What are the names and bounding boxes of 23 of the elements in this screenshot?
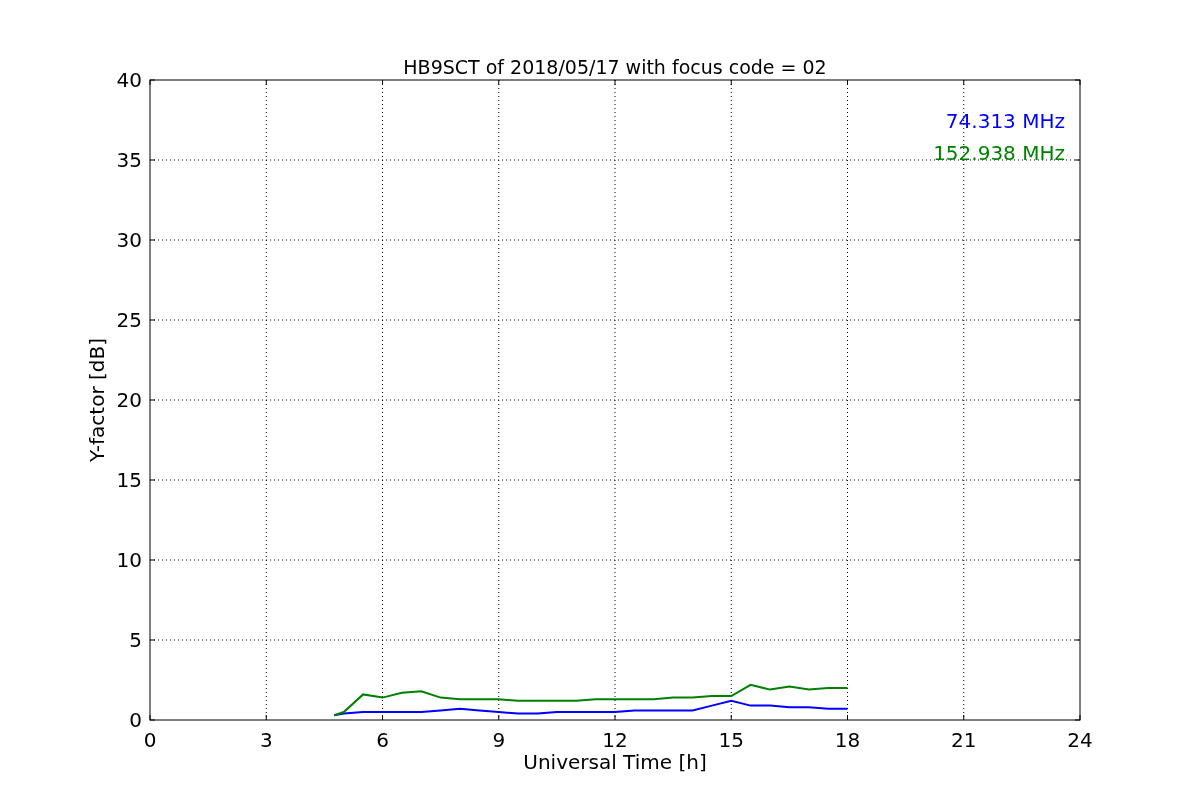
- tick-label: 20: [116, 388, 142, 412]
- tick-label: 0: [143, 728, 157, 752]
- tick-label: 3: [259, 728, 273, 752]
- tick-label: 12: [602, 728, 628, 752]
- tick-label: 10: [116, 548, 142, 572]
- tick-label: 15: [116, 468, 142, 492]
- tick-label: 35: [116, 148, 142, 172]
- tick-label: 24: [1067, 728, 1093, 752]
- tick-label: 15: [718, 728, 744, 752]
- legend-label: 152.938 MHz: [933, 141, 1065, 165]
- tick-label: 21: [951, 728, 977, 752]
- chart-title: HB9SCT of 2018/05/17 with focus code = 02: [403, 56, 827, 78]
- x-axis-label: Universal Time [h]: [523, 750, 707, 774]
- tick-label: 40: [116, 68, 142, 92]
- tick-label: 9: [492, 728, 506, 752]
- tick-label: 5: [129, 628, 142, 652]
- tick-label: 18: [834, 728, 861, 752]
- tick-label: 30: [116, 228, 142, 252]
- legend-label: 74.313 MHz: [945, 109, 1065, 133]
- tick-label: 6: [376, 728, 389, 752]
- tick-label: 0: [129, 708, 142, 732]
- y-axis-label: Y-factor [dB]: [85, 338, 109, 462]
- tick-label: 25: [116, 308, 142, 332]
